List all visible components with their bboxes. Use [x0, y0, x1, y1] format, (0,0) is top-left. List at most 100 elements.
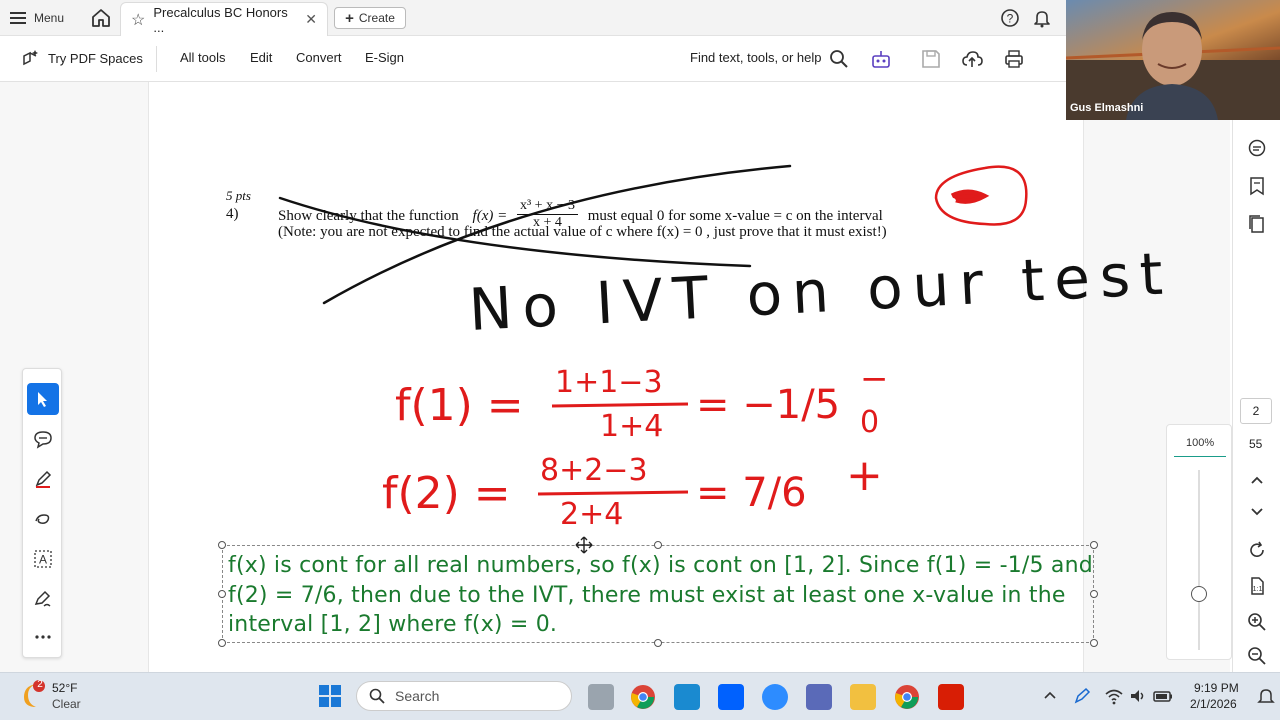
zoom-app-icon[interactable] — [762, 684, 788, 710]
menu-label: Menu — [34, 11, 65, 25]
hamburger-icon — [10, 12, 26, 24]
f2-denominator: 2+4 — [560, 497, 623, 532]
sign-tool[interactable] — [27, 583, 59, 615]
fit-page-icon[interactable]: 1:1 — [1247, 576, 1267, 596]
zoom-slider-track[interactable] — [1198, 470, 1200, 650]
resize-handle-top-right[interactable] — [1090, 541, 1098, 549]
f1-numerator: 1+1−3 — [555, 365, 663, 400]
clock-date[interactable]: 2/1/2026 — [1190, 697, 1237, 711]
select-tool[interactable] — [27, 383, 59, 415]
find-tools-search[interactable]: Find text, tools, or help — [690, 50, 822, 65]
windows-start-icon[interactable] — [318, 684, 342, 708]
resize-handle-bottom-left[interactable] — [218, 639, 226, 647]
star-icon[interactable]: ☆ — [131, 10, 145, 30]
dropbox-icon[interactable] — [718, 684, 744, 710]
esign-menu[interactable]: E-Sign — [365, 50, 404, 65]
chevron-up-icon[interactable] — [1042, 688, 1058, 702]
bell-icon[interactable] — [1032, 8, 1052, 28]
f1-sign-zero: 0 — [860, 405, 879, 440]
resize-handle-top-left[interactable] — [218, 541, 226, 549]
task-view-icon[interactable] — [588, 684, 614, 710]
acrobat-icon[interactable] — [938, 684, 964, 710]
weather-condition[interactable]: Clear — [52, 697, 81, 711]
chevron-down-icon[interactable] — [1249, 506, 1265, 518]
chrome-icon[interactable] — [630, 684, 656, 710]
strike-line-upper — [278, 196, 752, 268]
signature-icon — [34, 590, 51, 607]
volume-icon[interactable] — [1128, 686, 1148, 706]
svg-text:A: A — [39, 553, 47, 567]
zoom-level-underline — [1174, 456, 1226, 457]
f2-fraction-bar — [537, 490, 689, 496]
svg-text:1:1: 1:1 — [1253, 586, 1263, 593]
ink-overlay: No IVT on our test f(1) = 1+1−3 1+4 = −1… — [278, 164, 1174, 532]
close-tab-icon[interactable]: ✕ — [305, 11, 317, 28]
edit-menu[interactable]: Edit — [250, 50, 272, 65]
highlight-tool[interactable] — [27, 463, 59, 495]
toolbar-divider — [156, 46, 157, 72]
zoom-level[interactable]: 100% — [1186, 437, 1214, 449]
pdf-spaces-label: Try PDF Spaces — [48, 50, 143, 66]
search-placeholder: Search — [395, 688, 440, 704]
weather-badge: 2 — [37, 679, 43, 690]
bookmark-icon[interactable] — [1247, 176, 1267, 196]
menu-button[interactable]: Menu — [10, 8, 64, 28]
draw-tool[interactable] — [27, 503, 59, 535]
all-tools-menu[interactable]: All tools — [180, 50, 226, 65]
create-button[interactable]: + Create — [334, 7, 406, 29]
zoom-out-icon[interactable] — [1247, 646, 1267, 666]
home-icon[interactable] — [90, 8, 112, 28]
clock-time[interactable]: 9:19 PM — [1194, 681, 1239, 695]
save-icon[interactable] — [920, 48, 942, 70]
pdf-spaces-button[interactable]: Try PDF Spaces — [20, 48, 143, 68]
zoom-in-icon[interactable] — [1247, 612, 1267, 632]
pen-icon — [35, 470, 52, 488]
taskbar-search[interactable]: Search — [356, 681, 572, 711]
comment-tool[interactable] — [27, 423, 59, 455]
search-icon — [369, 688, 385, 704]
battery-icon[interactable] — [1152, 686, 1174, 706]
current-page-input[interactable]: 2 — [1240, 398, 1272, 424]
video-participant-name: Gus Elmashni — [1070, 102, 1144, 114]
weather-temperature[interactable]: 52°F — [52, 681, 77, 695]
resize-handle-top[interactable] — [654, 541, 662, 549]
notification-bell-icon[interactable] — [1256, 686, 1276, 706]
convert-menu[interactable]: Convert — [296, 50, 342, 65]
f2-lhs: f(2) = — [382, 468, 511, 519]
file-explorer-icon[interactable] — [850, 684, 876, 710]
cloud-upload-icon[interactable] — [961, 48, 983, 70]
freehand-icon — [35, 514, 50, 524]
chevron-up-icon[interactable] — [1249, 474, 1265, 486]
more-dots-icon — [35, 635, 51, 639]
search-icon[interactable] — [828, 48, 850, 70]
ai-assistant-icon[interactable] — [870, 48, 892, 70]
app-icon[interactable] — [806, 684, 832, 710]
rotate-icon[interactable] — [1247, 540, 1267, 560]
red-scribble — [950, 189, 990, 204]
print-icon[interactable] — [1003, 48, 1025, 70]
resize-handle-bottom-right[interactable] — [1090, 639, 1098, 647]
zoom-slider-thumb[interactable] — [1191, 586, 1207, 602]
text-annotation[interactable]: f(x) is cont for all real numbers, so f(… — [228, 551, 1094, 640]
help-icon[interactable]: ? — [1000, 8, 1020, 28]
pages-icon[interactable] — [1247, 214, 1267, 234]
wifi-icon[interactable] — [1104, 686, 1124, 706]
pen-tray-icon[interactable] — [1072, 686, 1092, 706]
f1-lhs: f(1) = — [395, 380, 524, 431]
f1-fraction-bar — [551, 402, 689, 408]
plus-icon: + — [345, 9, 354, 27]
comments-panel-icon[interactable] — [1247, 138, 1267, 158]
text-box-tool[interactable]: A — [27, 543, 59, 575]
chrome-profile-icon[interactable] — [894, 684, 920, 710]
sparkle-icon — [23, 50, 38, 66]
document-tab[interactable]: ☆ Precalculus BC Honors ... ✕ — [120, 2, 328, 36]
quick-tools-panel: A — [22, 368, 62, 658]
f1-denominator: 1+4 — [600, 409, 663, 444]
f2-value: = 7/6 — [696, 470, 807, 516]
more-tools-button[interactable] — [27, 621, 59, 653]
remote-desktop-icon[interactable] — [674, 684, 700, 710]
resize-handle-bottom[interactable] — [654, 639, 662, 647]
resize-handle-left[interactable] — [218, 590, 226, 598]
move-cursor-icon — [575, 536, 593, 554]
text-box-icon: A — [34, 550, 52, 568]
